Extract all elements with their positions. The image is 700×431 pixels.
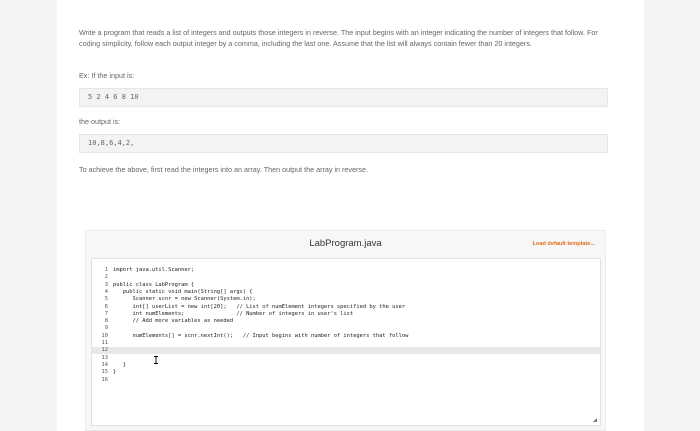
resize-handle[interactable] [593,418,597,422]
line-number: 3 [104,281,108,288]
line-number: 1 [104,267,108,273]
code-line[interactable]: 3 public class LabProgram { [92,282,600,289]
line-code: import java.util.Scanner; [113,267,195,273]
code-line[interactable]: 1 import java.util.Scanner; [92,267,600,274]
code-line[interactable]: 7 int numElements; // Number of integers… [92,311,600,318]
code-line[interactable]: 14 } [92,362,600,369]
example-input-label: Ex: If the input is: [79,71,135,80]
line-number: 12 [101,347,109,354]
line-number: 6 [104,303,108,310]
code-line[interactable]: 13 [92,355,600,362]
lab-filename: LabProgram.java [309,238,382,249]
line-code: int numElements; // Number of integers i… [113,310,354,317]
line-number: 14 [101,361,109,368]
line-number: 5 [104,296,108,303]
lab-panel: LabProgram.java Load default template...… [85,230,606,431]
line-code: int[] userList = new int[20]; // List of… [113,303,406,310]
code-line[interactable]: 2 [92,274,600,281]
line-number: 10 [101,332,109,339]
code-line[interactable]: 16 [92,377,600,384]
code-line[interactable]: 10 numElements[] = scnr.nextInt(); // In… [92,333,600,340]
code-line[interactable]: 12 [92,347,600,355]
line-number: 4 [104,288,108,295]
line-code: // Add more variables as needed [113,318,234,325]
line-number: 13 [101,354,109,361]
code-line[interactable]: 15} [92,369,600,376]
load-default-template-link[interactable]: Load default template... [533,241,595,247]
line-number: 16 [101,376,109,383]
line-number: 2 [104,274,108,281]
code-line[interactable]: 9 [92,325,600,332]
example-output-label: the output is: [79,117,121,126]
code-line[interactable]: 11 [92,340,600,347]
hint-text: To achieve the above, first read the int… [79,165,368,174]
code-editor[interactable]: 16 15} 14 } 13 12 11 10 numElements[] = scnr.n… [91,258,601,426]
problem-description: Write a program that reads a list of int… [79,28,598,49]
line-number: 15 [101,369,109,376]
problem-card: Write a program that reads a list of int… [57,0,644,431]
line-code: public static void main(String[] args) { [113,288,253,295]
code-line[interactable]: 4 public static void main(String[] args)… [92,289,600,296]
text-cursor-icon [154,356,158,364]
line-code: numElements[] = scnr.nextInt(); // Input… [113,332,409,339]
line-number: 11 [101,340,109,346]
line-code: } [113,361,126,368]
example-input-box: 5 2 4 6 8 10 [79,88,608,107]
example-output-box: 10,8,6,4,2, [79,134,608,153]
line-number: 8 [104,318,108,325]
line-number: 9 [104,325,108,332]
line-code: } [113,369,117,376]
code-line[interactable]: 8 // Add more variables as needed [92,318,600,325]
line-code: Scanner scnr = new Scanner(System.in); [113,296,256,303]
line-code: public class LabProgram { [113,281,195,288]
code-line[interactable]: 5 Scanner scnr = new Scanner(System.in); [92,296,600,303]
code-line[interactable]: 6 int[] userList = new int[20]; // List … [92,304,600,311]
line-number: 7 [104,310,108,317]
